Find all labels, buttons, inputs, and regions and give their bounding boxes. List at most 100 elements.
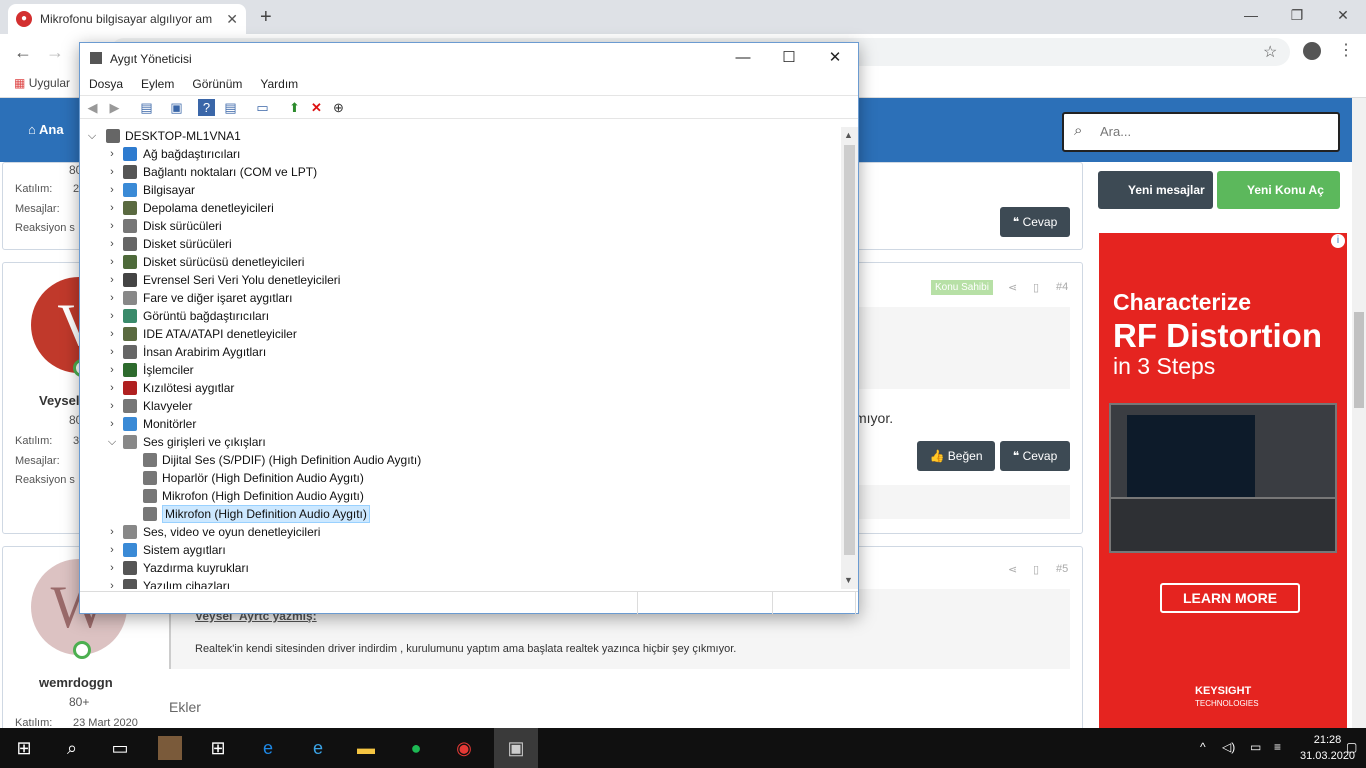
bookmark-icon[interactable]: ▯	[1033, 563, 1039, 576]
network-icon[interactable]: ▭	[1250, 740, 1261, 754]
expand-chevron-icon[interactable]: ›	[106, 577, 118, 589]
expand-chevron-icon[interactable]: ›	[106, 559, 118, 577]
spotify-icon[interactable]: ●	[404, 736, 428, 760]
device-item[interactable]: Dijital Ses (S/PDIF) (High Definition Au…	[80, 451, 840, 469]
expand-chevron-icon[interactable]: ›	[106, 199, 118, 217]
expand-chevron-icon[interactable]: ›	[106, 145, 118, 163]
ad-banner[interactable]: i Characterize RF Distortion in 3 Steps …	[1099, 233, 1347, 728]
share-icon[interactable]: ⋖	[1008, 281, 1017, 294]
username[interactable]: Veysel	[39, 393, 80, 408]
collapse-chevron-icon[interactable]: ⌵	[86, 127, 98, 145]
post-number[interactable]: #4	[1056, 281, 1068, 293]
volume-icon[interactable]: ◁)	[1222, 740, 1235, 754]
disable-device-icon[interactable]: ⊕	[330, 99, 347, 116]
chrome-icon[interactable]: ◉	[452, 736, 476, 760]
tree-scrollbar[interactable]: ▲ ▼	[841, 127, 858, 589]
collapse-chevron-icon[interactable]: ⌵	[106, 433, 118, 451]
device-category[interactable]: › İşlemciler	[80, 361, 840, 379]
device-category[interactable]: › Fare ve diğer işaret aygıtları	[80, 289, 840, 307]
update-driver-icon[interactable]: ⬆	[286, 99, 303, 116]
account-avatar-icon[interactable]	[1303, 42, 1321, 60]
device-category[interactable]: › Bağlantı noktaları (COM ve LPT)	[80, 163, 840, 181]
store-icon[interactable]: ⊞	[206, 736, 230, 760]
expand-chevron-icon[interactable]: ›	[106, 379, 118, 397]
scroll-down-icon[interactable]: ▼	[844, 575, 853, 585]
expand-chevron-icon[interactable]: ›	[106, 181, 118, 199]
username[interactable]: wemrdoggn	[39, 675, 113, 690]
device-category[interactable]: › IDE ATA/ATAPI denetleyiciler	[80, 325, 840, 343]
device-category[interactable]: › Disket sürücüleri	[80, 235, 840, 253]
ad-info-icon[interactable]: i	[1331, 234, 1345, 248]
new-messages-button[interactable]: Yeni mesajlar	[1098, 171, 1213, 209]
expand-chevron-icon[interactable]: ›	[106, 289, 118, 307]
browser-menu-icon[interactable]: ⋮	[1338, 40, 1354, 60]
share-icon[interactable]: ⋖	[1008, 563, 1017, 576]
forward-icon[interactable]: →	[46, 42, 64, 63]
device-category[interactable]: › Klavyeler	[80, 397, 840, 415]
notifications-icon[interactable]: ▢	[1346, 740, 1357, 754]
device-category[interactable]: › Görüntü bağdaştırıcıları	[80, 307, 840, 325]
internet-explorer-icon[interactable]: e	[306, 736, 330, 760]
dm-titlebar[interactable]: Aygıt Yöneticisi — ☐ ✕	[80, 43, 858, 73]
device-item[interactable]: Hoparlör (High Definition Audio Aygıtı)	[80, 469, 840, 487]
expand-chevron-icon[interactable]: ›	[106, 307, 118, 325]
menu-eylem[interactable]: Eylem	[132, 73, 183, 95]
device-category[interactable]: › Sistem aygıtları	[80, 541, 840, 559]
uninstall-icon[interactable]: ✕	[308, 99, 325, 116]
expand-chevron-icon[interactable]: ›	[106, 217, 118, 235]
new-tab-button[interactable]: +	[260, 6, 272, 29]
close-icon[interactable]: ✕	[1320, 0, 1366, 30]
expand-chevron-icon[interactable]: ›	[106, 523, 118, 541]
forum-search-input[interactable]: ⌕ Ara...	[1062, 112, 1340, 152]
reply-button[interactable]: ❝ Cevap	[1000, 207, 1070, 237]
device-item[interactable]: Mikrofon (High Definition Audio Aygıtı)	[80, 505, 840, 523]
page-scrollbar[interactable]	[1352, 98, 1366, 728]
ime-icon[interactable]: ≡	[1274, 740, 1281, 754]
expand-chevron-icon[interactable]: ›	[106, 271, 118, 289]
expand-chevron-icon[interactable]: ›	[106, 361, 118, 379]
home-nav-link[interactable]: ⌂ Ana	[28, 122, 64, 137]
device-category[interactable]: › Kızılötesi aygıtlar	[80, 379, 840, 397]
expand-chevron-icon[interactable]: ›	[106, 343, 118, 361]
dm-close-icon[interactable]: ✕	[812, 43, 858, 73]
help-icon[interactable]: ?	[198, 99, 215, 116]
device-category[interactable]: › Depolama denetleyicileri	[80, 199, 840, 217]
device-category[interactable]: › Evrensel Seri Veri Yolu denetleyicileri	[80, 271, 840, 289]
forward-icon[interactable]: ▶	[106, 99, 123, 116]
device-category[interactable]: › Ses, video ve oyun denetleyicileri	[80, 523, 840, 541]
device-category[interactable]: › Yazdırma kuyrukları	[80, 559, 840, 577]
expand-chevron-icon[interactable]: ›	[106, 415, 118, 433]
bookmark-icon[interactable]: ▯	[1033, 281, 1039, 294]
reply-button[interactable]: ❝ Cevap	[1000, 441, 1070, 471]
tray-chevron-icon[interactable]: ^	[1200, 740, 1206, 754]
like-button[interactable]: 👍 Beğen	[917, 441, 995, 471]
dm-maximize-icon[interactable]: ☐	[766, 43, 812, 73]
menu-gorunum[interactable]: Görünüm	[183, 73, 251, 95]
edge-icon[interactable]: e	[256, 736, 280, 760]
file-explorer-icon[interactable]: ▬	[354, 736, 378, 760]
device-manager-task-icon[interactable]: ▣	[494, 728, 538, 768]
restore-icon[interactable]: ❐	[1274, 0, 1320, 30]
device-item[interactable]: Mikrofon (High Definition Audio Aygıtı)	[80, 487, 840, 505]
back-icon[interactable]: ◀	[84, 99, 101, 116]
device-category[interactable]: › Ağ bağdaştırıcıları	[80, 145, 840, 163]
page-scrollbar-thumb[interactable]	[1354, 312, 1364, 408]
learn-more-button[interactable]: LEARN MORE	[1160, 583, 1300, 613]
menu-dosya[interactable]: Dosya	[80, 73, 132, 95]
device-category[interactable]: › Yazılım cihazları	[80, 577, 840, 589]
task-view-icon[interactable]: ▭	[108, 736, 132, 760]
apps-shortcut[interactable]: ▦ Uygular	[14, 76, 70, 90]
device-category[interactable]: › Disk sürücüleri	[80, 217, 840, 235]
device-category[interactable]: ⌵ Ses girişleri ve çıkışları	[80, 433, 840, 451]
properties-icon[interactable]: ▣	[168, 99, 185, 116]
tree-scrollbar-thumb[interactable]	[844, 145, 855, 555]
bookmark-star-icon[interactable]: ☆	[1263, 42, 1277, 62]
post-number[interactable]: #5	[1056, 563, 1068, 575]
expand-chevron-icon[interactable]: ›	[106, 253, 118, 271]
expand-chevron-icon[interactable]: ›	[106, 163, 118, 181]
minimize-icon[interactable]: —	[1228, 0, 1274, 30]
device-category[interactable]: › Disket sürücüsü denetleyicileri	[80, 253, 840, 271]
dm-minimize-icon[interactable]: —	[720, 43, 766, 73]
device-category[interactable]: › Monitörler	[80, 415, 840, 433]
tree-root[interactable]: ⌵ DESKTOP-ML1VNA1	[80, 127, 840, 145]
